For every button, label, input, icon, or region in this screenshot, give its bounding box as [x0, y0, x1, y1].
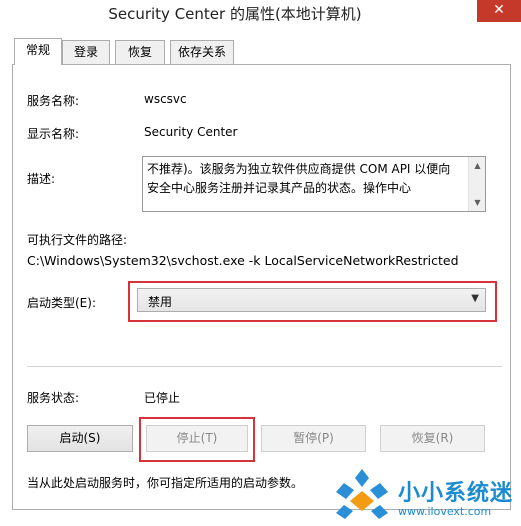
watermark: 小小系统迷 www.ilovext.com: [330, 463, 521, 526]
window-title: Security Center 的属性(本地计算机): [108, 5, 362, 23]
exe-path-label: 可执行文件的路径:: [27, 233, 128, 247]
stop-button[interactable]: 停止(T): [146, 425, 248, 452]
service-name-label: 服务名称:: [27, 94, 80, 108]
close-button[interactable]: ✕: [477, 0, 521, 22]
watermark-brand: 小小系统迷: [398, 481, 514, 506]
section-divider: [27, 366, 502, 367]
tab-recovery[interactable]: 恢复: [115, 40, 165, 64]
startup-type-select[interactable]: 禁用 ▼: [137, 288, 486, 312]
brand-logo-icon: [336, 469, 388, 519]
description-scrollbar[interactable]: ▲ ▼: [468, 157, 485, 211]
scroll-down-icon[interactable]: ▼: [469, 194, 486, 211]
description-textbox[interactable]: 不推荐)。该服务为独立软件供应商提供 COM API 以便向安全中心服务注册并记…: [142, 156, 486, 212]
exe-path-value: C:\Windows\System32\svchost.exe -k Local…: [27, 253, 459, 268]
startup-type-value: 禁用: [148, 295, 173, 309]
chevron-down-icon: ▼: [471, 293, 479, 304]
tab-general[interactable]: 常规: [14, 38, 62, 65]
description-label: 描述:: [27, 172, 56, 186]
display-name-label: 显示名称:: [27, 127, 80, 141]
resume-button[interactable]: 恢复(R): [380, 425, 485, 452]
pause-button[interactable]: 暂停(P): [261, 425, 366, 452]
title-bar: Security Center 的属性(本地计算机) ✕: [0, 0, 521, 30]
service-name-value: wscsvc: [144, 92, 187, 106]
tab-logon[interactable]: 登录: [62, 40, 110, 64]
start-params-hint: 当从此处启动服务时，你可指定所适用的启动参数。: [27, 476, 304, 490]
start-button[interactable]: 启动(S): [27, 425, 133, 452]
display-name-value: Security Center: [144, 125, 238, 139]
scroll-up-icon[interactable]: ▲: [469, 157, 486, 174]
watermark-url: www.ilovext.com: [398, 505, 492, 518]
startup-type-label: 启动类型(E):: [27, 296, 96, 310]
service-status-label: 服务状态:: [27, 391, 80, 405]
tab-dependencies[interactable]: 依存关系: [170, 40, 234, 64]
description-value: 不推荐)。该服务为独立软件供应商提供 COM API 以便向安全中心服务注册并记…: [147, 162, 451, 195]
service-status-value: 已停止: [144, 391, 181, 405]
close-icon: ✕: [493, 2, 505, 18]
